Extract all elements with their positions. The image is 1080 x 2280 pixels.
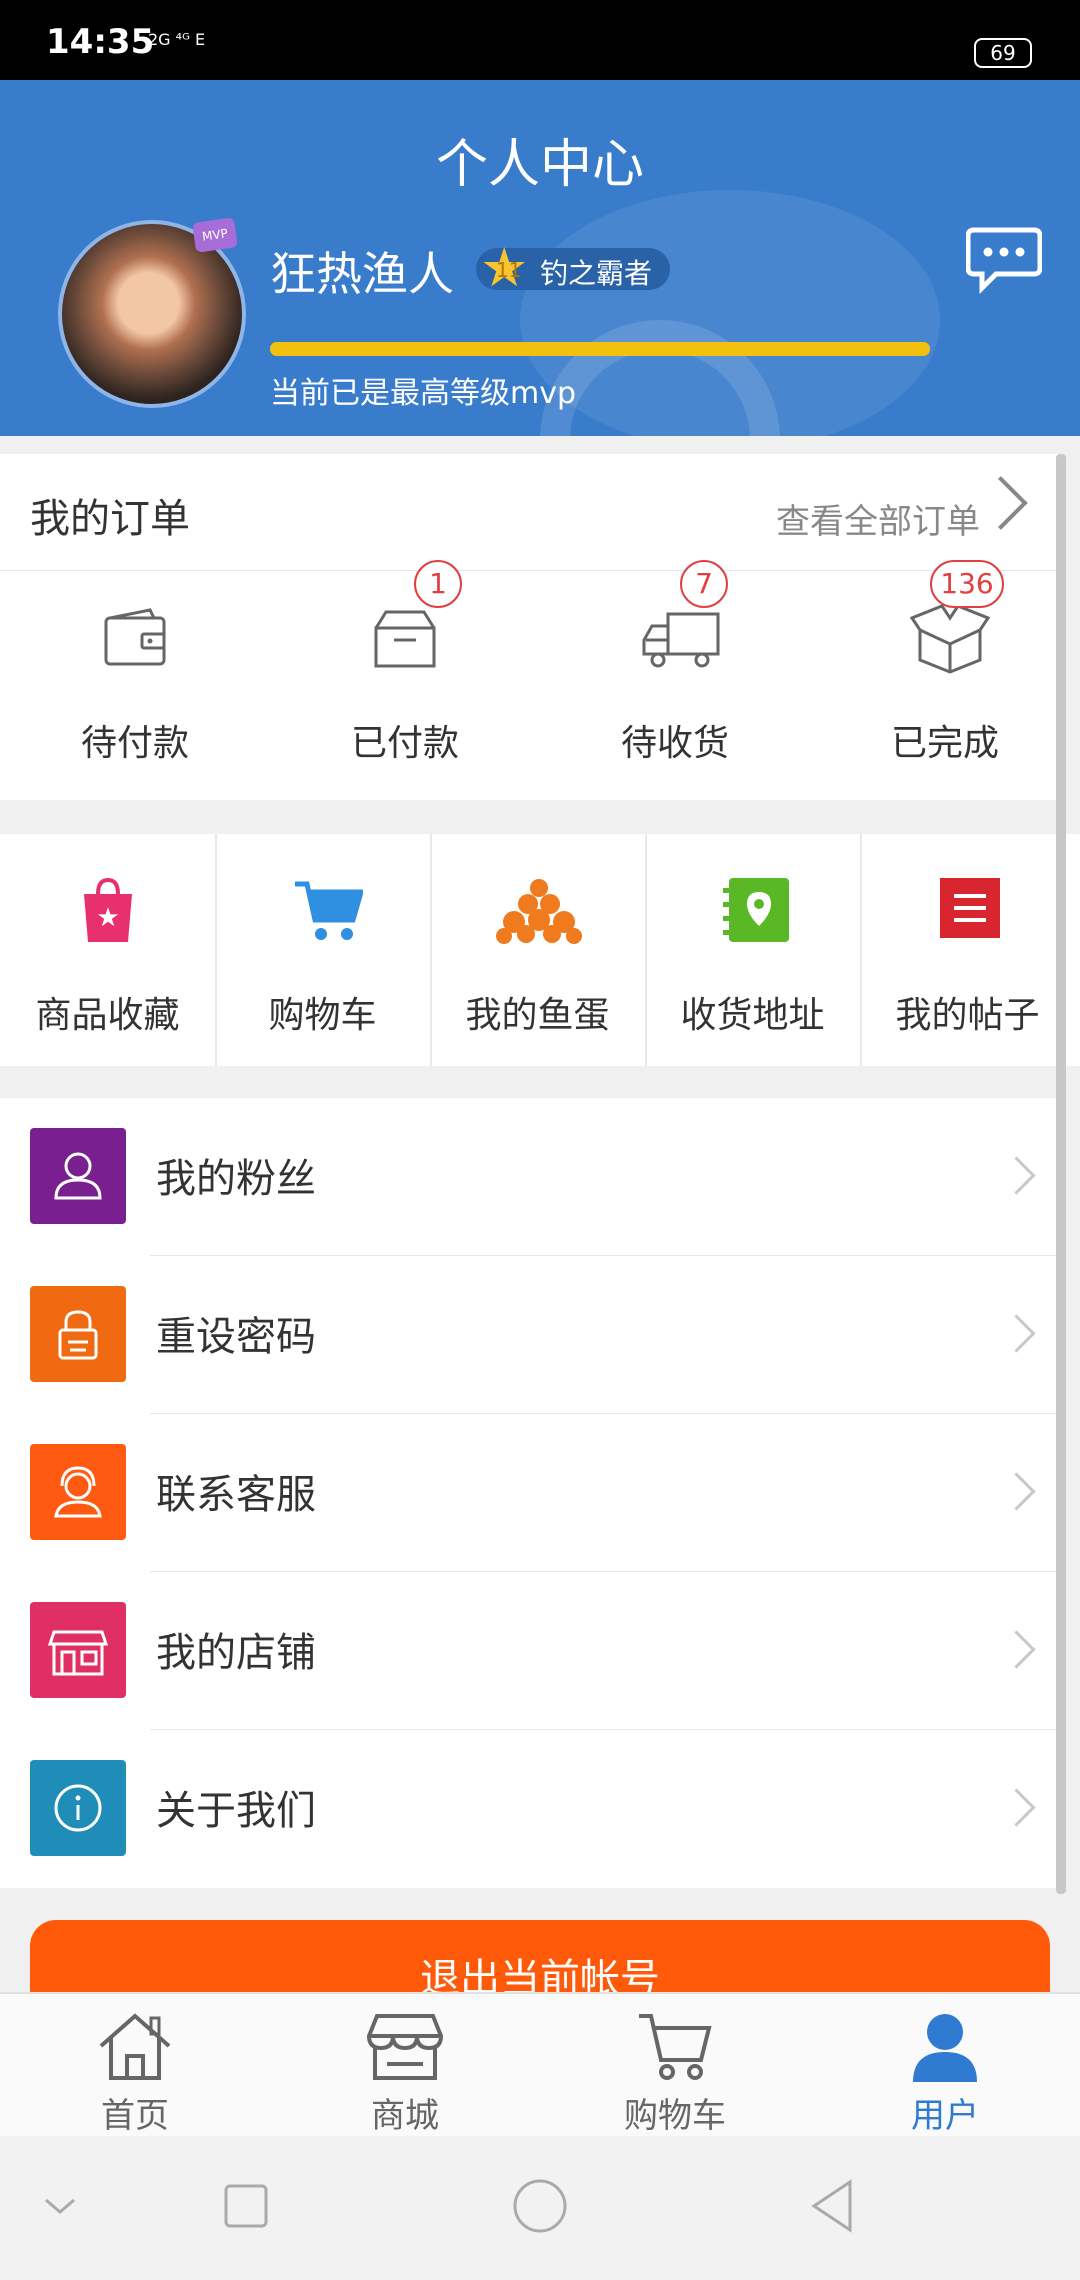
page-title: 个人中心	[435, 135, 644, 195]
orders-section: 我的订单 查看全部订单 待付款 1 已付款 7 待收货 136 已完成	[0, 454, 1060, 800]
battery-indicator: 69	[974, 38, 1032, 68]
order-status-pending-payment[interactable]: 待付款	[0, 604, 270, 774]
menu-list: 我的粉丝 重设密码 联系客服 我的店铺 关于我们	[0, 1098, 1060, 1888]
support-agent-icon	[30, 1444, 126, 1540]
user-filled-icon	[907, 2010, 983, 2082]
chevron-right-icon	[997, 1314, 1036, 1353]
tab-home[interactable]: 首页	[0, 1994, 270, 2138]
order-status-label: 待付款	[80, 723, 189, 764]
shortcut-label: 商品收藏	[35, 995, 180, 1036]
message-icon[interactable]	[965, 226, 1043, 295]
cart-outline-icon	[637, 2010, 713, 2082]
tab-shop[interactable]: 商城	[270, 1994, 540, 2138]
level-chip: ★ 11 钓之霸者	[476, 240, 670, 296]
svg-text:★: ★	[96, 903, 119, 933]
menu-item-label: 关于我们	[156, 1788, 316, 1834]
menu-item-label: 联系客服	[156, 1472, 316, 1518]
shortcut-favorites[interactable]: ★ 商品收藏	[0, 834, 217, 1066]
shortcut-grid: ★ 商品收藏 购物车 我的鱼蛋 收货地址 我的帖子	[0, 834, 1080, 1066]
tab-label: 用户	[911, 2096, 979, 2136]
box-icon	[370, 604, 440, 674]
shortcut-fish-eggs[interactable]: 我的鱼蛋	[430, 834, 647, 1066]
recent-apps-icon[interactable]	[216, 2176, 276, 2236]
shortcut-cart[interactable]: 购物车	[215, 834, 432, 1066]
tab-cart[interactable]: 购物车	[540, 1994, 810, 2138]
tab-label: 购物车	[624, 2096, 726, 2136]
chevron-right-icon	[997, 1630, 1036, 1669]
menu-item-my-store[interactable]: 我的店铺	[0, 1572, 1060, 1730]
view-all-orders-link[interactable]: 查看全部订单	[776, 494, 980, 543]
back-icon[interactable]	[804, 2176, 864, 2236]
order-status-label: 待收货	[620, 723, 729, 764]
order-status-awaiting-delivery[interactable]: 7 待收货	[540, 560, 810, 774]
order-count-badge: 7	[680, 560, 728, 608]
tab-label: 首页	[101, 2096, 169, 2136]
level-progress-fill	[270, 342, 930, 356]
menu-item-label: 我的店铺	[156, 1630, 316, 1676]
chevron-right-icon	[997, 1156, 1036, 1195]
address-book-icon	[723, 876, 789, 946]
mvp-badge: MVP	[192, 217, 238, 253]
menu-item-reset-password[interactable]: 重设密码	[0, 1256, 1060, 1414]
menu-item-about-us[interactable]: 关于我们	[0, 1730, 1060, 1888]
shortcut-label: 我的鱼蛋	[465, 995, 610, 1036]
level-description: 当前已是最高等级mvp	[270, 376, 577, 411]
order-count-badge: 1	[414, 560, 462, 608]
info-icon	[30, 1760, 126, 1856]
scrollbar[interactable]	[1056, 454, 1066, 1894]
shortcut-label: 收货地址	[680, 995, 825, 1036]
home-nav-icon[interactable]	[510, 2176, 570, 2236]
tab-label: 商城	[371, 2096, 439, 2136]
user-icon	[30, 1128, 126, 1224]
orders-title: 我的订单	[30, 496, 190, 542]
tab-user[interactable]: 用户	[810, 1994, 1080, 2138]
menu-item-customer-service[interactable]: 联系客服	[0, 1414, 1060, 1572]
level-number: 11	[496, 258, 522, 282]
lock-icon	[30, 1286, 126, 1382]
chevron-right-icon	[997, 1788, 1036, 1827]
post-list-icon	[938, 876, 1000, 946]
open-box-icon	[909, 604, 991, 674]
menu-item-label: 重设密码	[156, 1314, 316, 1360]
order-status-paid[interactable]: 1 已付款	[270, 560, 540, 774]
fish-eggs-icon	[494, 876, 582, 946]
menu-item-fans[interactable]: 我的粉丝	[0, 1098, 1060, 1256]
bottom-tab-bar: 首页 商城 购物车 用户	[0, 1992, 1080, 2138]
status-bar: 14:35 2G ⁴ᴳ E 69	[0, 0, 1080, 80]
shortcut-address[interactable]: 收货地址	[645, 834, 862, 1066]
network-indicator: 2G ⁴ᴳ E	[148, 30, 206, 49]
wallet-icon	[100, 604, 170, 674]
shopping-bag-star-icon: ★	[78, 876, 138, 946]
status-time: 14:35	[46, 22, 155, 62]
truck-icon	[640, 604, 720, 674]
username: 狂热渔人	[270, 247, 454, 301]
shortcut-label: 我的帖子	[895, 995, 1040, 1036]
chevron-right-icon	[973, 476, 1028, 530]
level-title: 钓之霸者	[540, 257, 653, 290]
order-status-completed[interactable]: 136 已完成	[810, 560, 1080, 774]
home-icon	[97, 2010, 173, 2082]
store-icon	[30, 1602, 126, 1698]
cart-icon	[293, 876, 365, 946]
menu-item-label: 我的粉丝	[156, 1156, 316, 1202]
order-status-label: 已完成	[890, 723, 999, 764]
orders-header[interactable]: 我的订单 查看全部订单	[0, 454, 1060, 571]
order-count-badge: 136	[930, 560, 1004, 608]
shortcut-label: 购物车	[268, 995, 377, 1036]
system-navigation-bar	[0, 2136, 1080, 2280]
order-status-label: 已付款	[350, 723, 459, 764]
profile-header: 个人中心 MVP 狂热渔人 ★ 11 钓之霸者 当前已是最高等级mvp	[0, 80, 1080, 436]
shop-icon	[366, 2010, 444, 2082]
level-progress-bar	[270, 342, 930, 356]
chevron-right-icon	[997, 1472, 1036, 1511]
shortcut-posts[interactable]: 我的帖子	[860, 834, 1075, 1066]
chevron-down-icon[interactable]	[30, 2176, 90, 2236]
